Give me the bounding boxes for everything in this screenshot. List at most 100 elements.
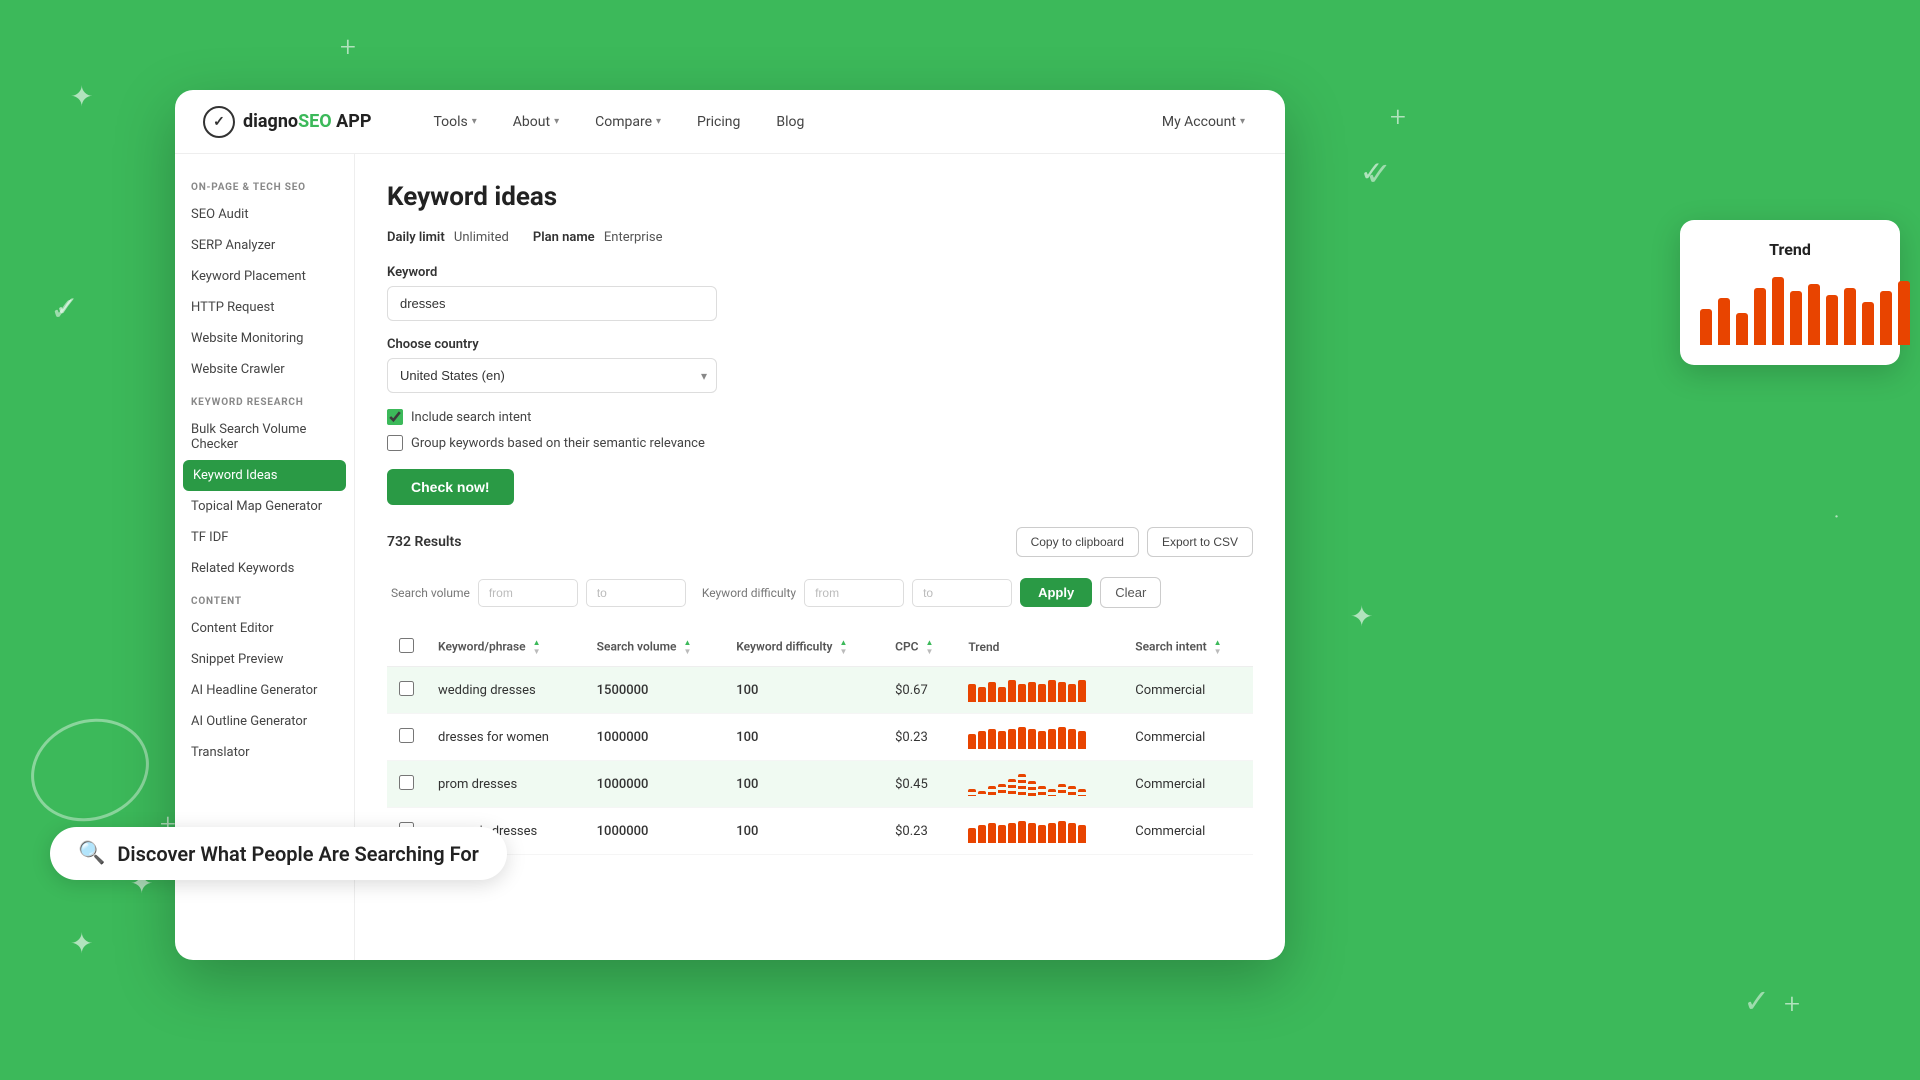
meta-row: Daily limit Unlimited Plan name Enterpri… [387, 230, 1253, 245]
chevron-down-icon: ▾ [1240, 116, 1245, 127]
bg-star-1: ✦ [70, 80, 93, 113]
kd-filter-label: Keyword difficulty [702, 586, 796, 600]
logo-text: diagnoSEO APP [243, 111, 371, 132]
th-trend: Trend [956, 628, 1123, 667]
country-select[interactable]: United States (en) United Kingdom (en) C… [387, 358, 717, 393]
th-keyword-phrase: Keyword/phrase ▲▼ [426, 628, 585, 667]
apply-filter-button[interactable]: Apply [1020, 578, 1092, 607]
daily-limit-meta: Daily limit Unlimited [387, 230, 509, 245]
sidebar-item-snippet-preview[interactable]: Snippet Preview [175, 644, 354, 675]
search-bubble: 🔍 Discover What People Are Searching For [50, 827, 507, 880]
bg-check-2: ✓ [55, 290, 78, 323]
plan-name-meta: Plan name Enterprise [533, 230, 663, 245]
td-search-intent: Commercial [1123, 808, 1253, 855]
td-keyword-difficulty: 100 [724, 761, 883, 808]
sidebar-section-label-onpage: ON-PAGE & TECH SEO [175, 170, 354, 199]
kd-from-input[interactable] [804, 579, 904, 607]
keyword-input[interactable] [387, 286, 717, 321]
sidebar-item-http-request[interactable]: HTTP Request [175, 292, 354, 323]
sidebar-section-label-keyword: KEYWORD RESEARCH [175, 385, 354, 414]
table-header-row: Keyword/phrase ▲▼ Search volume ▲▼ Keywo… [387, 628, 1253, 667]
sidebar-item-keyword-ideas[interactable]: Keyword Ideas [183, 460, 346, 491]
search-bubble-text: Discover What People Are Searching For [117, 842, 478, 866]
results-header: 732 Results Copy to clipboard Export to … [387, 527, 1253, 557]
td-search-volume: 1500000 [585, 667, 725, 714]
td-cpc: $0.45 [883, 761, 956, 808]
sort-volume[interactable]: ▲▼ [683, 639, 691, 656]
bg-circle-dot: · [1833, 500, 1840, 533]
bg-star-4: + [1390, 100, 1406, 133]
nav-account[interactable]: My Account ▾ [1150, 106, 1257, 138]
nav-link-tools[interactable]: Tools ▾ [419, 106, 490, 138]
td-cpc: $0.67 [883, 667, 956, 714]
sidebar-item-website-monitoring[interactable]: Website Monitoring [175, 323, 354, 354]
results-actions: Copy to clipboard Export to CSV [1016, 527, 1253, 557]
chevron-down-icon: ▾ [554, 116, 559, 127]
th-search-intent: Search intent ▲▼ [1123, 628, 1253, 667]
country-form-section: Choose country United States (en) United… [387, 337, 1253, 393]
logo-icon [203, 106, 235, 138]
trend-chart [1700, 275, 1880, 345]
sidebar-item-topical-map[interactable]: Topical Map Generator [175, 491, 354, 522]
th-keyword-difficulty: Keyword difficulty ▲▼ [724, 628, 883, 667]
sidebar-section-keyword: KEYWORD RESEARCH Bulk Search Volume Chec… [175, 385, 354, 584]
td-keyword: wedding dresses [426, 667, 585, 714]
table-row: prom dresses1000000100$0.45Commercial [387, 761, 1253, 808]
sort-kd[interactable]: ▲▼ [839, 639, 847, 656]
sidebar-item-related-keywords[interactable]: Related Keywords [175, 553, 354, 584]
clear-filter-button[interactable]: Clear [1100, 577, 1161, 608]
include-search-intent-checkbox[interactable] [387, 409, 403, 425]
kd-to-input[interactable] [912, 579, 1012, 607]
sidebar-item-ai-outline[interactable]: AI Outline Generator [175, 706, 354, 737]
nav-header: diagnoSEO APP Tools ▾ About ▾ Compare ▾ … [175, 90, 1285, 154]
nav-link-about[interactable]: About ▾ [499, 106, 573, 138]
sidebar-item-bulk-search[interactable]: Bulk Search Volume Checker [175, 414, 354, 460]
th-cpc: CPC ▲▼ [883, 628, 956, 667]
table-body: wedding dresses1500000100$0.67Commercial… [387, 667, 1253, 855]
nav-link-pricing[interactable]: Pricing [683, 106, 754, 138]
group-keywords-row: Group keywords based on their semantic r… [387, 435, 1253, 451]
sort-keyword[interactable]: ▲▼ [533, 639, 541, 656]
td-search-intent: Commercial [1123, 761, 1253, 808]
check-now-button[interactable]: Check now! [387, 469, 514, 505]
bg-check-1: ✓ [1360, 155, 1383, 188]
row-checkbox[interactable] [399, 775, 414, 790]
logo-area: diagnoSEO APP [203, 106, 371, 138]
row-checkbox[interactable] [399, 681, 414, 696]
td-keyword-difficulty: 100 [724, 714, 883, 761]
filter-row: Search volume Keyword difficulty Apply C… [387, 569, 1253, 616]
search-bubble-icon: 🔍 [78, 841, 105, 866]
sidebar-item-ai-headline[interactable]: AI Headline Generator [175, 675, 354, 706]
sort-intent[interactable]: ▲▼ [1214, 639, 1222, 656]
chevron-down-icon: ▾ [472, 116, 477, 127]
sidebar-item-seo-audit[interactable]: SEO Audit [175, 199, 354, 230]
sidebar-item-website-crawler[interactable]: Website Crawler [175, 354, 354, 385]
bg-check-bottom: ✓ [1743, 982, 1770, 1020]
td-search-intent: Commercial [1123, 714, 1253, 761]
results-table: Keyword/phrase ▲▼ Search volume ▲▼ Keywo… [387, 628, 1253, 855]
sidebar-item-keyword-placement[interactable]: Keyword Placement [175, 261, 354, 292]
include-search-intent-label: Include search intent [411, 410, 531, 425]
row-checkbox[interactable] [399, 728, 414, 743]
sidebar-item-serp-analyzer[interactable]: SERP Analyzer [175, 230, 354, 261]
nav-link-compare[interactable]: Compare ▾ [581, 106, 675, 138]
country-label: Choose country [387, 337, 1253, 352]
group-keywords-checkbox[interactable] [387, 435, 403, 451]
volume-filter-label: Search volume [391, 586, 470, 600]
sidebar-item-content-editor[interactable]: Content Editor [175, 613, 354, 644]
page-title: Keyword ideas [387, 182, 1253, 212]
sidebar-section-label-content: CONTENT [175, 584, 354, 613]
select-all-checkbox[interactable] [399, 638, 414, 653]
volume-to-input[interactable] [586, 579, 686, 607]
volume-from-input[interactable] [478, 579, 578, 607]
nav-link-blog[interactable]: Blog [762, 106, 818, 138]
th-checkbox [387, 628, 426, 667]
td-keyword-difficulty: 100 [724, 808, 883, 855]
export-csv-button[interactable]: Export to CSV [1147, 527, 1253, 557]
sidebar-section-onpage: ON-PAGE & TECH SEO SEO Audit SERP Analyz… [175, 170, 354, 385]
sort-cpc[interactable]: ▲▼ [925, 639, 933, 656]
sidebar-item-translator[interactable]: Translator [175, 737, 354, 768]
copy-to-clipboard-button[interactable]: Copy to clipboard [1016, 527, 1139, 557]
sidebar-item-tf-idf[interactable]: TF IDF [175, 522, 354, 553]
th-search-volume: Search volume ▲▼ [585, 628, 725, 667]
